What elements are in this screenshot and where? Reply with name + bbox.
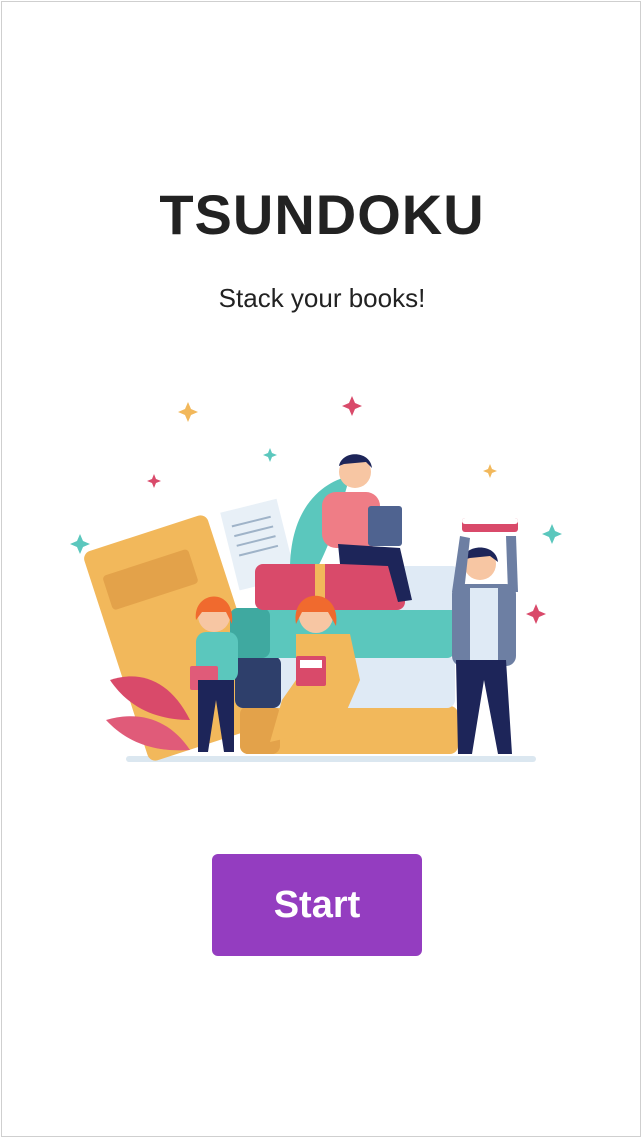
app-title: TSUNDOKU — [159, 183, 485, 246]
start-button[interactable]: Start — [212, 854, 422, 956]
book-stack-illustration — [70, 396, 562, 762]
app-tagline: Stack your books! — [218, 283, 426, 313]
